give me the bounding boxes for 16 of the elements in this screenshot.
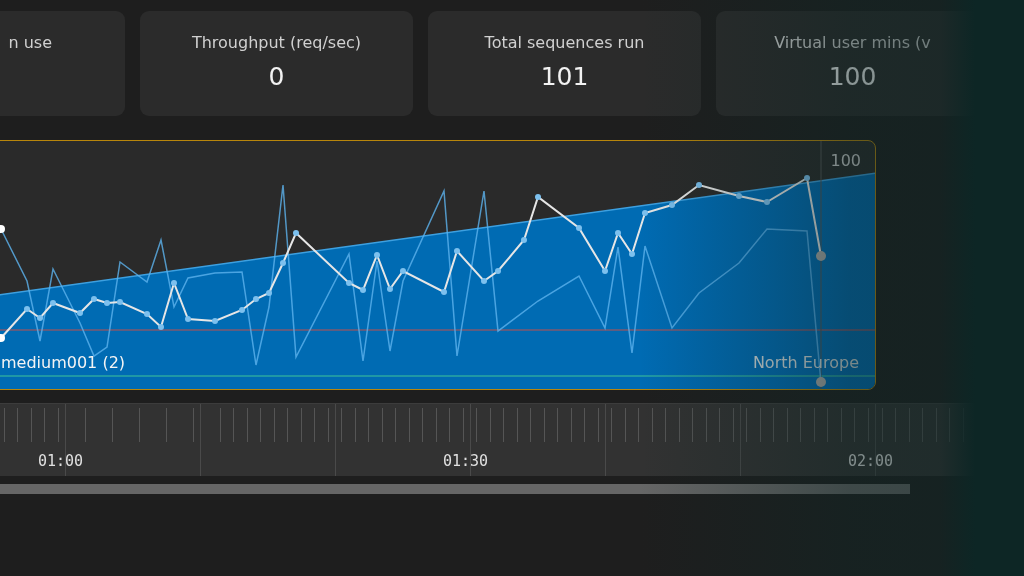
stat-label: Total sequences run (484, 33, 645, 52)
stat-label: Throughput (req/sec) (191, 33, 362, 52)
time-label: 02:00 (848, 452, 894, 470)
stat-value: 0 (268, 62, 285, 91)
time-label: 01:30 (443, 452, 489, 470)
stat-value: 101 (540, 62, 589, 91)
stat-label: n use (8, 33, 52, 52)
scrollbar[interactable] (0, 484, 910, 494)
series-label: medium001 (2) (1, 353, 126, 372)
region-label: North Europe (752, 353, 859, 372)
cursor-dot (816, 251, 826, 261)
stat-label: Virtual user mins (v (774, 33, 931, 52)
time-label: 01:00 (38, 452, 84, 470)
axis-label: 100 (830, 151, 861, 170)
stat-value: 100 (828, 62, 877, 91)
cursor-dot (816, 377, 826, 387)
